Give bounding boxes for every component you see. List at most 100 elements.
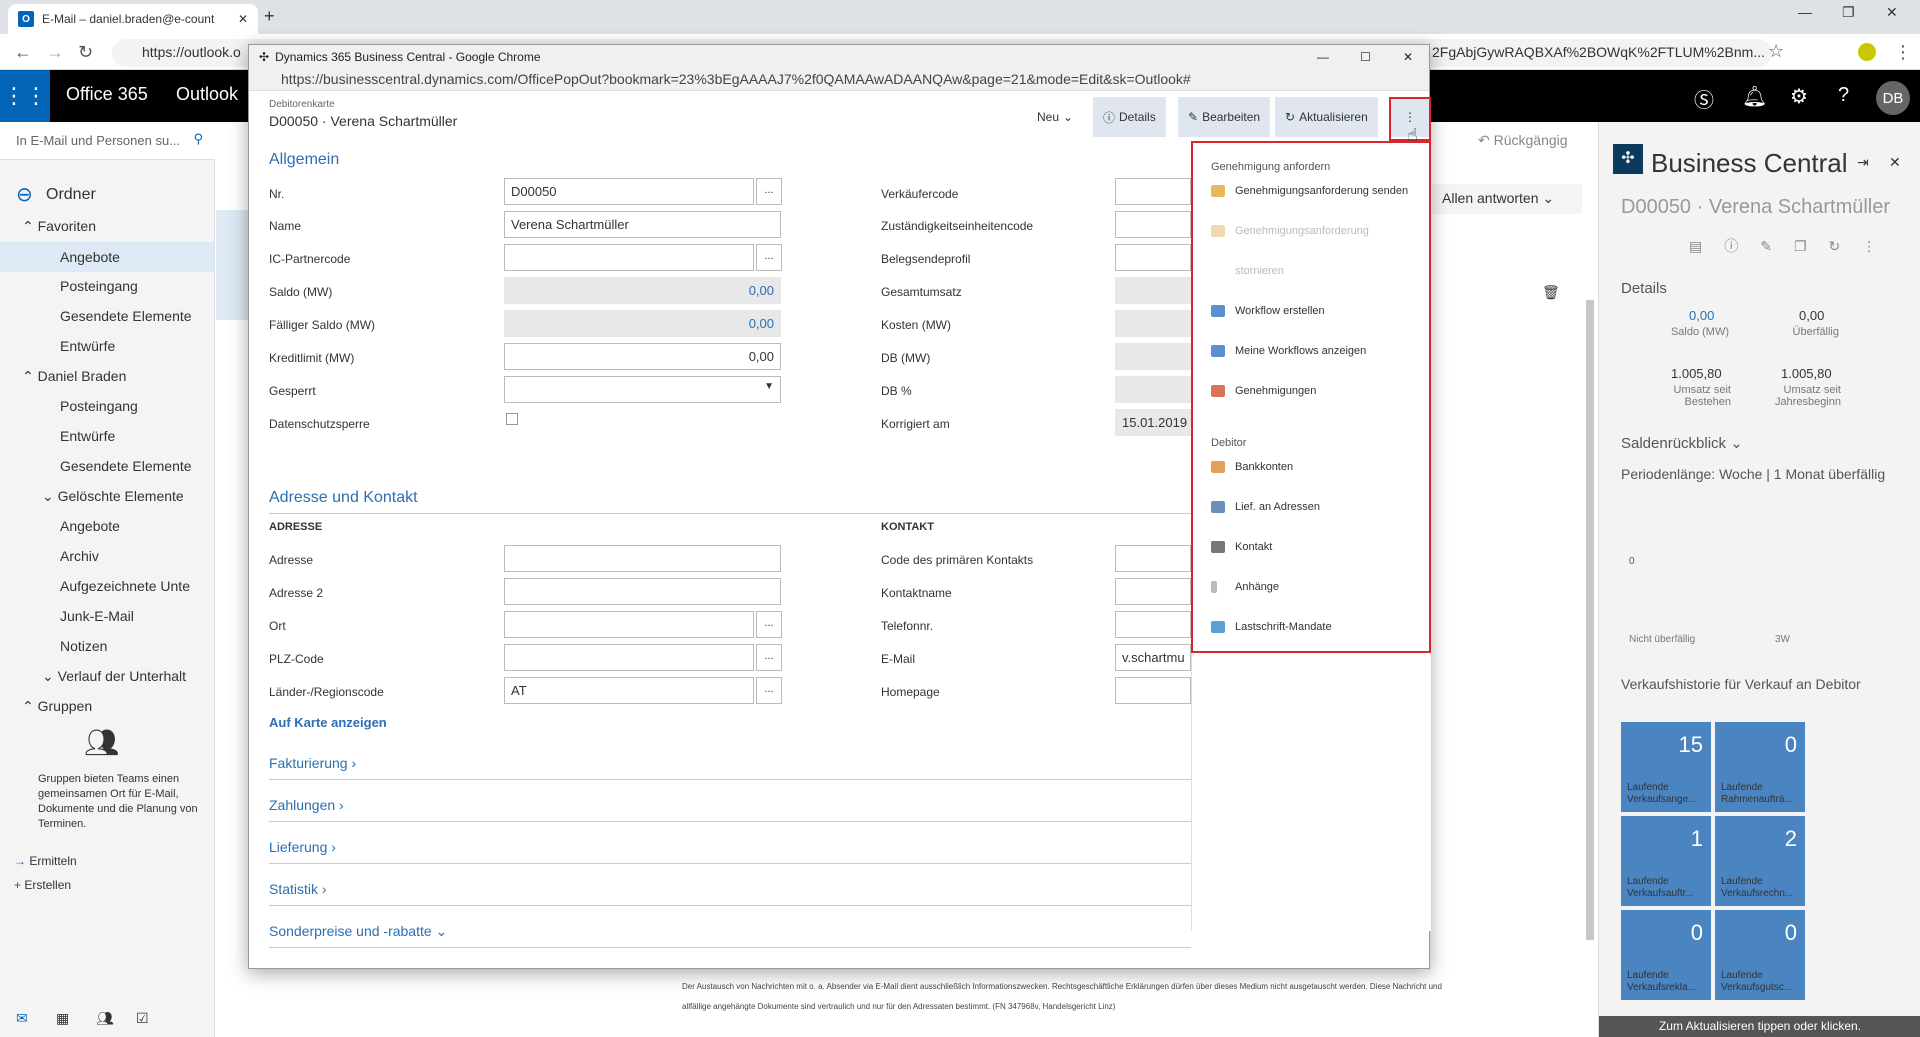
office-brand[interactable]: Office 365 — [66, 84, 148, 105]
acc-folder[interactable]: Notizen — [60, 638, 107, 654]
bc-close-icon[interactable]: ✕ — [1889, 154, 1901, 171]
zip-field[interactable] — [504, 644, 754, 671]
edit-button[interactable]: ✎ Bearbeiten — [1178, 97, 1271, 137]
right-field[interactable] — [1115, 211, 1191, 238]
popup-close-icon[interactable]: ✕ — [1403, 50, 1413, 64]
acc-folder[interactable]: Gesendete Elemente — [60, 458, 192, 474]
tile[interactable]: 0 Laufende Verkaufsgutsc... — [1715, 910, 1805, 1000]
bc-backlog[interactable]: Saldenrückblick ⌄ — [1621, 434, 1743, 452]
due-balance-field[interactable]: 0,00 — [504, 310, 781, 337]
groups-header[interactable]: ⌃ Gruppen — [22, 698, 92, 715]
help-icon[interactable]: ? — [1838, 84, 1849, 107]
folder-posteingang[interactable]: Posteingang — [60, 278, 138, 294]
delete-icon[interactable]: 🗑︎ — [1542, 284, 1560, 301]
lookup-button[interactable]: ... — [756, 244, 782, 271]
tile[interactable]: 15 Laufende Verkaufsange... — [1621, 722, 1711, 812]
country-field[interactable]: AT — [504, 677, 754, 704]
acc-folder[interactable]: Angebote — [60, 518, 120, 534]
acc-folder[interactable]: Aufgezeichnete Unte — [60, 578, 190, 594]
new-tab-icon[interactable]: + — [264, 6, 275, 27]
tile[interactable]: 0 Laufende Rahmenaufträ... — [1715, 722, 1805, 812]
blocked-select[interactable]: ▼ — [504, 376, 781, 403]
bc-balance[interactable]: 0,00 — [1689, 308, 1714, 323]
tile[interactable]: 2 Laufende Verkaufsrechn... — [1715, 816, 1805, 906]
address2-field[interactable] — [504, 578, 781, 605]
favorites-header[interactable]: ⌃ Favoriten — [22, 218, 96, 235]
app-launcher-icon[interactable]: ⋮⋮ — [0, 70, 50, 122]
bell-icon[interactable]: 🔔︎ — [1742, 84, 1767, 109]
outlook-app-name[interactable]: Outlook — [176, 84, 238, 105]
balance-field[interactable]: 0,00 — [504, 277, 781, 304]
name-field[interactable]: Verena Schartmüller — [504, 211, 781, 238]
tab-close-icon[interactable]: ✕ — [238, 12, 248, 26]
section-statistics[interactable]: Statistik › — [269, 881, 327, 897]
acc-folder[interactable]: Posteingang — [60, 398, 138, 414]
contact-field[interactable] — [1115, 611, 1191, 638]
address-field[interactable] — [504, 545, 781, 572]
section-special-prices[interactable]: Sonderpreise und -rabatte ⌄ — [269, 923, 447, 940]
section-invoicing[interactable]: Fakturierung › — [269, 755, 356, 771]
restore-icon[interactable]: ❐ — [1842, 4, 1855, 21]
people-icon[interactable]: 👥︎ — [96, 1010, 114, 1027]
details-button[interactable]: ⓘ Details — [1093, 97, 1166, 137]
refresh-button[interactable]: ↻ Aktualisieren — [1275, 97, 1378, 137]
gear-icon[interactable]: ⚙ — [1790, 84, 1808, 109]
star-icon[interactable]: ☆ — [1768, 41, 1784, 62]
section-shipping[interactable]: Lieferung › — [269, 839, 336, 855]
lookup-button[interactable]: ... — [756, 644, 782, 671]
close-icon[interactable]: ✕ — [1886, 4, 1898, 21]
corrected-on-field[interactable]: 15.01.2019 — [1115, 409, 1191, 436]
lookup-button[interactable]: ... — [756, 677, 782, 704]
new-button[interactable]: Neu ⌄ — [1027, 97, 1083, 137]
back-circle-icon[interactable]: ⊖ — [16, 182, 33, 207]
browser-tab[interactable]: O E-Mail – daniel.braden@e-count ✕ — [8, 4, 258, 34]
section-general[interactable]: Allgemein — [269, 151, 339, 169]
search-input[interactable]: In E-Mail und Personen su... ⚲ — [0, 122, 215, 160]
mail-icon[interactable]: ✉ — [16, 1010, 28, 1027]
extension-icon[interactable] — [1858, 43, 1876, 61]
credit-limit-field[interactable]: 0,00 — [504, 343, 781, 370]
forward-icon[interactable]: → — [46, 42, 64, 63]
acc-folder[interactable]: Entwürfe — [60, 428, 115, 444]
acc-folder[interactable]: ⌄ Verlauf der Unterhalt — [42, 668, 186, 685]
right-field[interactable] — [1115, 277, 1191, 304]
lookup-button[interactable]: ... — [756, 611, 782, 638]
contact-field[interactable] — [1115, 578, 1191, 605]
right-field[interactable] — [1115, 310, 1191, 337]
bc-toolbar-icons[interactable]: ▤ⓘ✎❐↻⋮ — [1689, 236, 1898, 256]
folder-gesendete[interactable]: Gesendete Elemente — [60, 308, 192, 324]
scrollbar[interactable] — [1586, 300, 1594, 940]
right-field[interactable] — [1115, 178, 1191, 205]
undo-button[interactable]: ↶ Rückgängig — [1478, 132, 1568, 149]
reload-icon[interactable]: ↻ — [78, 42, 93, 63]
homepage-field[interactable] — [1115, 677, 1191, 704]
ic-partner-field[interactable] — [504, 244, 754, 271]
city-field[interactable] — [504, 611, 754, 638]
minimize-icon[interactable]: — — [1798, 4, 1812, 20]
account-header[interactable]: ⌃ Daniel Braden — [22, 368, 126, 385]
pin-icon[interactable]: ⇥ — [1857, 154, 1869, 171]
contact-field[interactable] — [1115, 545, 1191, 572]
search-icon[interactable]: ⚲ — [193, 131, 203, 147]
folder-entwuerfe[interactable]: Entwürfe — [60, 338, 115, 354]
avatar[interactable]: DB — [1876, 81, 1910, 115]
create-link[interactable]: + Erstellen — [14, 878, 71, 892]
tasks-icon[interactable]: ☑ — [136, 1010, 149, 1027]
discover-link[interactable]: → Ermitteln — [14, 854, 77, 868]
calendar-icon[interactable]: ▦ — [56, 1010, 69, 1027]
acc-folder[interactable]: Archiv — [60, 548, 99, 564]
menu-icon[interactable]: ⋮ — [1894, 42, 1912, 63]
tile[interactable]: 1 Laufende Verkaufsauftr... — [1621, 816, 1711, 906]
back-icon[interactable]: ← — [14, 42, 32, 63]
reply-all-button[interactable]: Allen antworten ⌄ — [1432, 184, 1582, 214]
email-field[interactable]: v.schartmu — [1115, 644, 1191, 671]
popup-minimize-icon[interactable]: — — [1317, 50, 1329, 64]
tile[interactable]: 0 Laufende Verkaufsrekla... — [1621, 910, 1711, 1000]
popup-url[interactable]: https://businesscentral.dynamics.com/Off… — [249, 69, 1429, 91]
acc-folder[interactable]: Junk-E-Mail — [60, 608, 134, 624]
section-address[interactable]: Adresse und Kontakt — [269, 489, 418, 507]
right-field[interactable] — [1115, 244, 1191, 271]
acc-folder[interactable]: ⌄ Gelöschte Elemente — [42, 488, 184, 505]
lookup-button[interactable]: ... — [756, 178, 782, 205]
show-map-link[interactable]: Auf Karte anzeigen — [269, 715, 387, 730]
